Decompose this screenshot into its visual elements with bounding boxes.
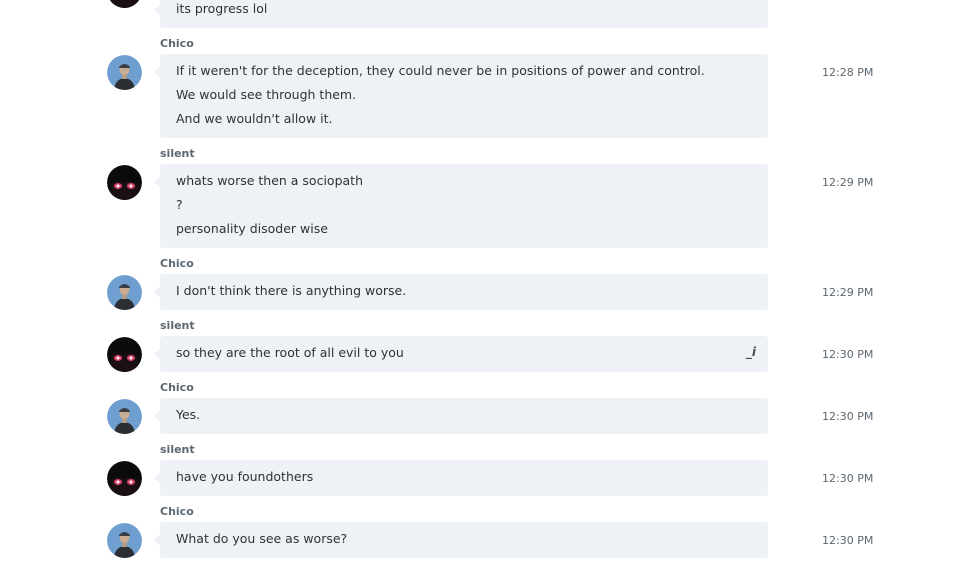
message-bubble: Yes.	[154, 398, 768, 434]
message-text: Yes.	[176, 407, 201, 422]
message-timestamp: 12:28 PM	[822, 66, 874, 79]
message-text: What do you see as worse?	[176, 531, 348, 546]
message-text: personality disoder wise	[176, 221, 328, 236]
message-bubble: have you foundothers	[154, 460, 768, 496]
message-bubble: so they are the root of all evil to you …	[154, 336, 768, 372]
message-text: I don't think there is anything worse.	[176, 283, 407, 298]
message-timestamp: 12:30 PM	[822, 472, 874, 485]
message-text: We would see through them.	[176, 87, 357, 102]
message-timestamp: 12:30 PM	[822, 534, 874, 547]
message-bubble: its progress lol	[154, 0, 768, 28]
message-text: so they are the root of all evil to you	[176, 345, 404, 360]
silent-avatar-icon[interactable]	[107, 0, 142, 8]
sender-name[interactable]: Chico	[160, 381, 194, 395]
sender-name[interactable]: Chico	[160, 37, 194, 51]
message-bubble: I don't think there is anything worse.	[154, 274, 768, 310]
chico-avatar-icon[interactable]	[107, 399, 142, 434]
sender-name[interactable]: silent	[160, 147, 195, 161]
silent-avatar-icon[interactable]	[107, 165, 142, 200]
message-text: And we wouldn't allow it.	[176, 111, 333, 126]
message-bubble: What do you see as worse?	[154, 522, 768, 558]
message-text: its progress lol	[176, 1, 268, 16]
sender-name[interactable]: Chico	[160, 257, 194, 271]
chico-avatar-icon[interactable]	[107, 523, 142, 558]
message-timestamp: 12:30 PM	[822, 348, 874, 361]
message-timestamp: 12:29 PM	[822, 176, 874, 189]
sender-name[interactable]: silent	[160, 319, 195, 333]
message-timestamp: 12:29 PM	[822, 286, 874, 299]
message-text: whats worse then a sociopath	[176, 173, 363, 188]
chico-avatar-icon[interactable]	[107, 275, 142, 310]
message-bubble: whats worse then a sociopath ? personali…	[154, 164, 768, 248]
sender-name[interactable]: Chico	[160, 505, 194, 519]
message-bubble: If it weren't for the deception, they co…	[154, 54, 768, 138]
silent-avatar-icon[interactable]	[107, 337, 142, 372]
chico-avatar-icon[interactable]	[107, 55, 142, 90]
message-text: ?	[176, 197, 183, 212]
chat-message-list: its progress lol Chico If it weren't for…	[0, 0, 977, 565]
edited-pencil-icon[interactable]: _i	[746, 345, 756, 359]
message-text: have you foundothers	[176, 469, 314, 484]
sender-name[interactable]: silent	[160, 443, 195, 457]
silent-avatar-icon[interactable]	[107, 461, 142, 496]
message-text: If it weren't for the deception, they co…	[176, 63, 705, 78]
message-timestamp: 12:30 PM	[822, 410, 874, 423]
